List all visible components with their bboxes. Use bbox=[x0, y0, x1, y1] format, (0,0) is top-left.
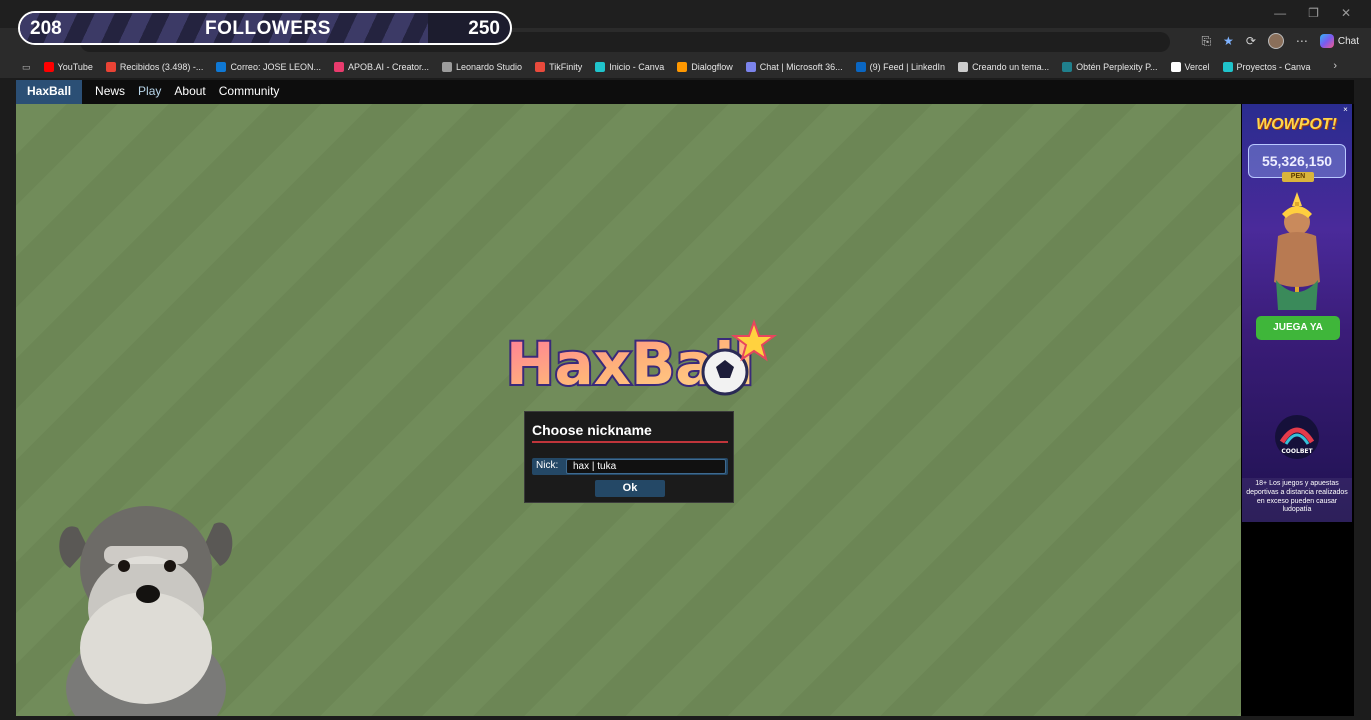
haxball-logo: HaxBall bbox=[504, 319, 777, 400]
ad-close-icon[interactable]: × bbox=[1341, 105, 1350, 114]
bookmark-item[interactable]: Creando un tema... bbox=[958, 62, 1049, 72]
bookmark-label: TikFinity bbox=[549, 62, 583, 72]
bookmark-label: YouTube bbox=[57, 62, 93, 72]
nickname-dialog: Choose nickname Nick: Ok bbox=[524, 411, 734, 503]
chat-button-label: Chat bbox=[1337, 35, 1359, 47]
bookmark-label: Proyectos - Canva bbox=[1236, 62, 1311, 72]
bookmark-item[interactable]: Recibidos (3.498) -... bbox=[105, 62, 204, 72]
bookmark-favicon-icon bbox=[855, 62, 866, 72]
bookmark-item[interactable]: Dialogflow bbox=[677, 62, 733, 72]
casino-ad-banner[interactable]: × WOWPOT! 55,326,150 PEN JUEGA YA COOLBE… bbox=[1242, 104, 1352, 522]
bookmark-label: Inicio - Canva bbox=[609, 62, 665, 72]
more-menu-icon[interactable]: ⋯ bbox=[1296, 34, 1308, 48]
bookmark-label: Creando un tema... bbox=[972, 62, 1050, 72]
site-navbar: HaxBall News Play About Community bbox=[16, 80, 1354, 104]
schnauzer-dog-image bbox=[59, 506, 233, 720]
bookmarks-bar: ▭ YouTube Recibidos (3.498) -... Correo: JO… bbox=[0, 56, 1371, 78]
ok-button[interactable]: Ok bbox=[595, 480, 665, 497]
copilot-icon bbox=[1319, 34, 1334, 48]
translate-icon[interactable]: ⎘ bbox=[1201, 34, 1211, 49]
bookmark-label: Recibidos (3.498) -... bbox=[119, 62, 204, 72]
bookmark-item[interactable]: Inicio - Canva bbox=[595, 62, 664, 72]
bookmark-item[interactable]: APOB.AI - Creator... bbox=[333, 62, 429, 72]
bottom-edge bbox=[0, 716, 1371, 720]
address-bar-actions: ⎘ ★ ⟳ ⋯ Chat bbox=[1201, 33, 1359, 49]
nick-row: Nick: bbox=[532, 458, 728, 475]
bookmark-favicon-icon bbox=[1170, 62, 1181, 72]
bookmark-favicon-icon bbox=[1222, 62, 1233, 72]
bookmark-label: (9) Feed | LinkedIn bbox=[869, 62, 946, 72]
dialog-title: Choose nickname bbox=[532, 422, 652, 438]
bookmark-label: Dialogflow bbox=[691, 62, 733, 72]
copilot-chat-button[interactable]: Chat bbox=[1319, 34, 1359, 48]
bookmark-favicon-icon bbox=[216, 62, 227, 72]
dialog-divider bbox=[532, 441, 728, 443]
followers-progress-overlay: 208 FOLLOWERS 250 bbox=[18, 11, 512, 45]
bookmark-favicon-icon bbox=[43, 62, 54, 72]
bookmark-favicon-icon bbox=[442, 62, 452, 72]
bookmark-item[interactable]: Obtén Perplexity P... bbox=[1062, 62, 1158, 72]
ad-currency: PEN bbox=[1282, 172, 1314, 182]
bookmarks-overflow-chevron-icon[interactable]: › bbox=[1333, 60, 1337, 72]
ad-disclaimer: 18+ Los juegos y apuestas deportivas a d… bbox=[1242, 478, 1352, 522]
bookmark-favicon-icon bbox=[958, 62, 969, 72]
bookmark-item[interactable]: YouTube bbox=[43, 62, 93, 72]
ad-brand-text: COOLBET bbox=[1281, 448, 1313, 455]
bookmark-item[interactable]: (9) Feed | LinkedIn bbox=[855, 62, 946, 72]
page-left-edge bbox=[0, 80, 16, 720]
bookmark-favicon-icon bbox=[745, 62, 756, 72]
coolbet-logo: COOLBET bbox=[1275, 415, 1319, 459]
bookmark-label: APOB.AI - Creator... bbox=[347, 62, 429, 72]
ad-headline: WOWPOT! bbox=[1256, 116, 1337, 133]
nav-community[interactable]: Community bbox=[206, 80, 280, 104]
bookmark-item[interactable]: Correo: JOSE LEON... bbox=[216, 62, 321, 72]
restore-icon[interactable]: ❐ bbox=[1308, 6, 1319, 20]
bookmark-label: Chat | Microsoft 36... bbox=[759, 62, 843, 72]
star-icon[interactable]: ★ bbox=[1223, 34, 1234, 48]
bookmark-item[interactable]: Chat | Microsoft 36... bbox=[745, 62, 843, 72]
nav-about[interactable]: About bbox=[161, 80, 205, 104]
followers-current-count: 208 bbox=[30, 18, 62, 39]
ad-poseidon-figure bbox=[1274, 192, 1320, 310]
bookmark-favicon-icon bbox=[595, 62, 606, 72]
nick-input[interactable] bbox=[566, 459, 726, 474]
bookmark-item[interactable]: Vercel bbox=[1170, 62, 1210, 72]
bookmark-favicon-icon bbox=[535, 62, 546, 72]
bookmark-label: Correo: JOSE LEON... bbox=[230, 62, 321, 72]
bookmark-item[interactable]: TikFinity bbox=[535, 62, 582, 72]
bookmark-label: Vercel bbox=[1184, 62, 1210, 72]
followers-goal-count: 250 bbox=[468, 18, 500, 39]
bookmarks-apps-icon[interactable]: ▭ bbox=[22, 62, 31, 73]
bookmark-label: Leonardo Studio bbox=[456, 62, 523, 72]
nav-play[interactable]: Play bbox=[125, 80, 161, 104]
bookmark-favicon-icon bbox=[333, 62, 344, 72]
nav-news[interactable]: News bbox=[82, 80, 125, 104]
bookmark-item[interactable]: Leonardo Studio bbox=[442, 62, 522, 72]
bookmark-favicon-icon bbox=[677, 62, 688, 72]
nick-label: Nick: bbox=[536, 460, 559, 471]
ad-play-button[interactable]: JUEGA YA bbox=[1256, 316, 1340, 340]
bookmark-favicon-icon bbox=[105, 62, 116, 72]
minimize-icon[interactable]: — bbox=[1274, 6, 1286, 20]
bookmark-label: Obtén Perplexity P... bbox=[1076, 62, 1158, 72]
screen: — ❐ ✕ ⎘ ★ ⟳ ⋯ Chat ▭ YouTube Recibidos (3.… bbox=[0, 0, 1371, 720]
profile-avatar[interactable] bbox=[1267, 33, 1284, 49]
bookmark-favicon-icon bbox=[1062, 62, 1073, 72]
followers-label: FOLLOWERS bbox=[205, 18, 331, 39]
refresh-icon[interactable]: ⟳ bbox=[1246, 34, 1256, 48]
window-controls: — ❐ ✕ bbox=[1274, 6, 1351, 20]
site-brand-link[interactable]: HaxBall bbox=[16, 80, 83, 104]
bookmark-item[interactable]: Proyectos - Canva bbox=[1222, 62, 1311, 72]
close-icon[interactable]: ✕ bbox=[1341, 6, 1351, 20]
